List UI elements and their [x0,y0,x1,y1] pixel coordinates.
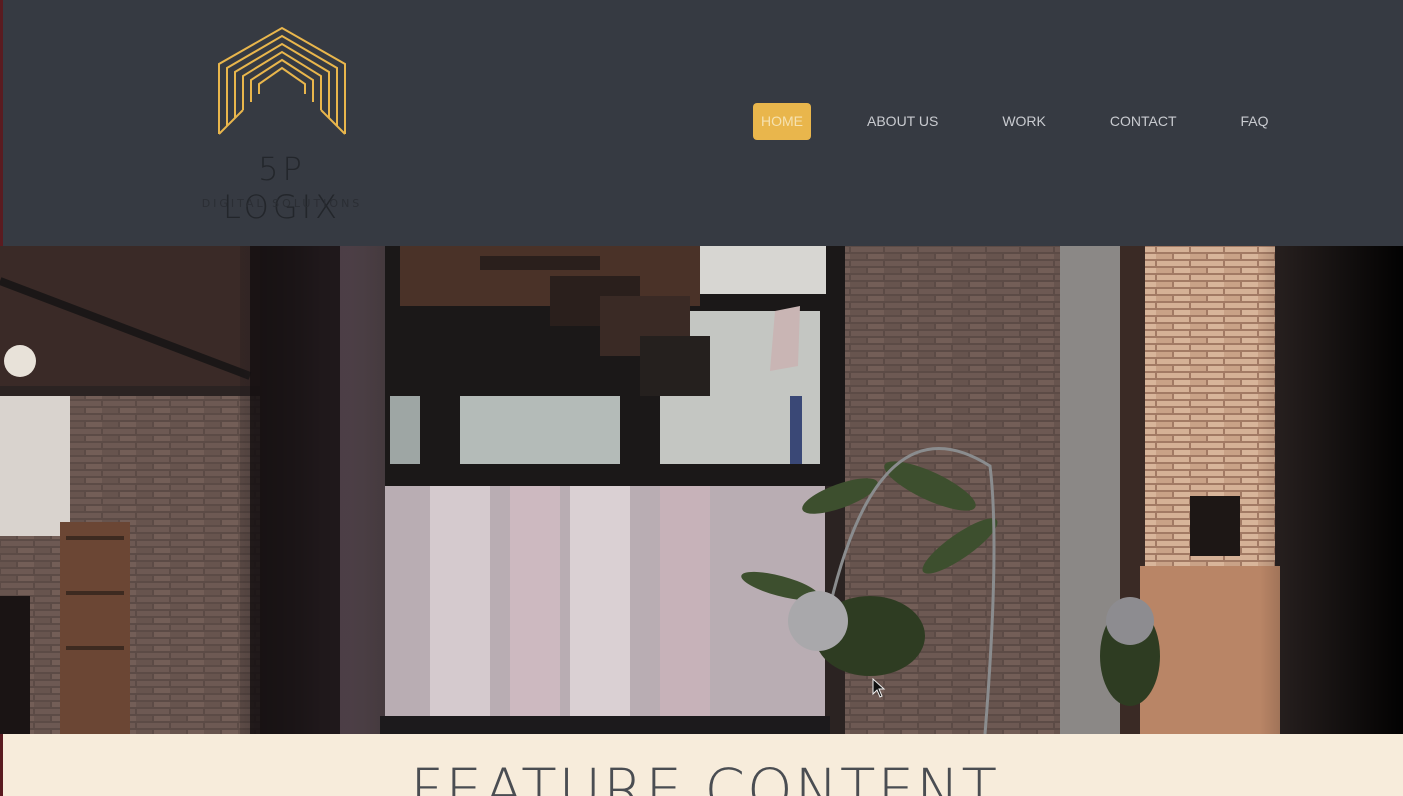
mouse-cursor-icon [872,678,886,698]
nav-about-us[interactable]: ABOUT US [859,103,946,140]
nav-contact[interactable]: CONTACT [1102,103,1185,140]
hero-image [0,246,1403,734]
feature-title: FEATURE CONTENT [410,756,999,796]
brand-name: 5P LOGIX [222,150,342,226]
site-header: 5P LOGIX DIGITAL SOLUTIONS HOME ABOUT US… [0,0,1403,246]
nav-faq[interactable]: FAQ [1233,103,1277,140]
logo[interactable]: 5P LOGIX DIGITAL SOLUTIONS [193,26,371,226]
brand-tagline: DIGITAL SOLUTIONS [201,197,363,210]
nav-work[interactable]: WORK [994,103,1054,140]
feature-section: FEATURE CONTENT [0,734,1403,796]
logo-house-icon [218,26,346,135]
main-nav: HOME ABOUT US WORK CONTACT FAQ [753,103,1277,140]
nav-home[interactable]: HOME [753,103,811,140]
hero-photo-illustration [0,246,1403,734]
